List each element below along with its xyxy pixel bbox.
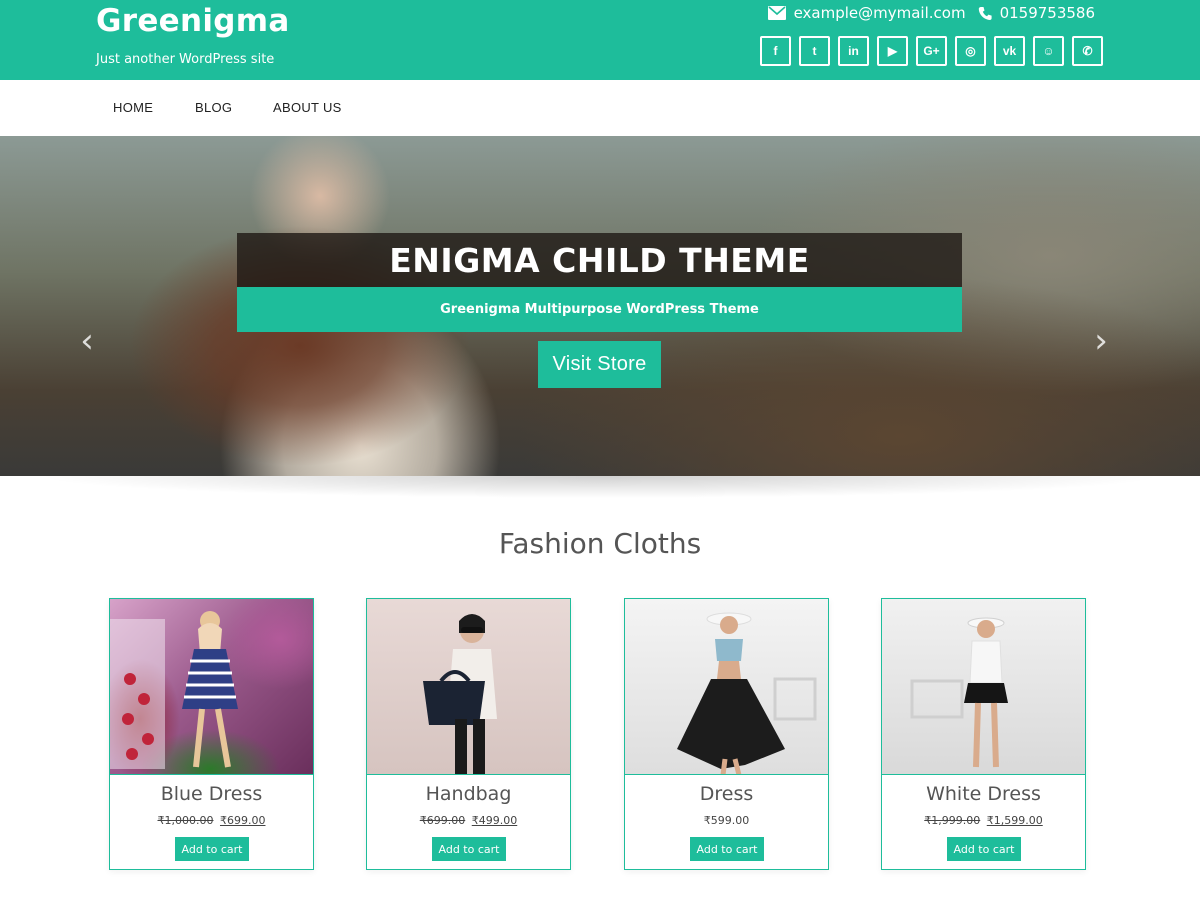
product-price: ₹699.00 ₹499.00 — [367, 814, 570, 827]
product-image[interactable] — [110, 599, 313, 775]
product-old-price: ₹1,999.00 — [924, 814, 981, 827]
facebook-icon[interactable]: f — [760, 36, 791, 66]
product-price: ₹599.00 — [625, 814, 828, 827]
product-old-price: ₹699.00 — [419, 814, 466, 827]
product-name[interactable]: Blue Dress — [110, 783, 313, 805]
hero-shadow — [40, 476, 1160, 516]
youtube-icon[interactable]: ▶ — [877, 36, 908, 66]
email-text: example@mymail.com — [793, 4, 966, 22]
nav-item-home[interactable]: HOME — [113, 100, 153, 115]
contact-info: example@mymail.com 0159753586 — [767, 4, 1095, 22]
product-name[interactable]: White Dress — [882, 783, 1085, 805]
product-price: ₹1,999.00 ₹1,599.00 — [882, 814, 1085, 827]
phone-icon — [978, 6, 992, 21]
hero-title: ENIGMA CHILD THEME — [389, 240, 810, 280]
vk-icon[interactable]: vk — [994, 36, 1025, 66]
product-sale-price: ₹699.00 — [219, 814, 266, 827]
add-to-cart-button[interactable]: Add to cart — [432, 837, 506, 861]
site-tagline: Just another WordPress site — [96, 52, 275, 67]
product-card[interactable]: White Dress ₹1,999.00 ₹1,599.00 Add to c… — [881, 598, 1086, 870]
chevron-left-icon[interactable]: ‹ — [72, 324, 102, 358]
product-price: ₹1,000.00 ₹699.00 — [110, 814, 313, 827]
product-sale-price: ₹1,599.00 — [986, 814, 1043, 827]
whatsapp-icon[interactable]: ✆ — [1072, 36, 1103, 66]
google-plus-icon[interactable]: G+ — [916, 36, 947, 66]
phone-text: 0159753586 — [999, 4, 1095, 22]
product-card[interactable]: Dress ₹599.00 Add to cart — [624, 598, 829, 870]
section-title: Fashion Cloths — [498, 527, 702, 560]
hero-subtitle: Greenigma Multipurpose WordPress Theme — [440, 302, 759, 317]
product-old-price: ₹1,000.00 — [157, 814, 214, 827]
product-card[interactable]: Blue Dress ₹1,000.00 ₹699.00 Add to cart — [109, 598, 314, 870]
product-card[interactable]: Handbag ₹699.00 ₹499.00 Add to cart — [366, 598, 571, 870]
instagram-icon[interactable]: ◎ — [955, 36, 986, 66]
product-name[interactable]: Dress — [625, 783, 828, 805]
hero-title-box: ENIGMA CHILD THEME — [237, 233, 962, 287]
hero-subtitle-box: Greenigma Multipurpose WordPress Theme — [237, 287, 962, 332]
email-contact[interactable]: example@mymail.com — [767, 4, 966, 22]
product-image[interactable] — [367, 599, 570, 775]
envelope-icon — [767, 6, 786, 20]
add-to-cart-button[interactable]: Add to cart — [175, 837, 249, 861]
visit-store-button[interactable]: Visit Store — [538, 341, 661, 388]
nav-item-blog[interactable]: BLOG — [195, 100, 232, 115]
main-navigation: HOME BLOG ABOUT US — [0, 80, 1200, 136]
nav-item-about-us[interactable]: ABOUT US — [273, 100, 342, 115]
add-to-cart-button[interactable]: Add to cart — [690, 837, 764, 861]
snapchat-icon[interactable]: ☺ — [1033, 36, 1064, 66]
social-links: f t in ▶ G+ ◎ vk ☺ ✆ — [760, 36, 1103, 66]
site-header: Greenigma Just another WordPress site ex… — [0, 0, 1200, 80]
hero-slider: ‹ › ENIGMA CHILD THEME Greenigma Multipu… — [0, 136, 1200, 476]
twitter-icon[interactable]: t — [799, 36, 830, 66]
product-image[interactable] — [882, 599, 1085, 775]
product-sale-price: ₹599.00 — [703, 814, 750, 827]
chevron-right-icon[interactable]: › — [1086, 324, 1116, 358]
product-name[interactable]: Handbag — [367, 783, 570, 805]
phone-contact[interactable]: 0159753586 — [978, 4, 1095, 22]
site-title[interactable]: Greenigma — [96, 3, 290, 39]
add-to-cart-button[interactable]: Add to cart — [947, 837, 1021, 861]
linkedin-icon[interactable]: in — [838, 36, 869, 66]
product-image[interactable] — [625, 599, 828, 775]
product-sale-price: ₹499.00 — [471, 814, 518, 827]
